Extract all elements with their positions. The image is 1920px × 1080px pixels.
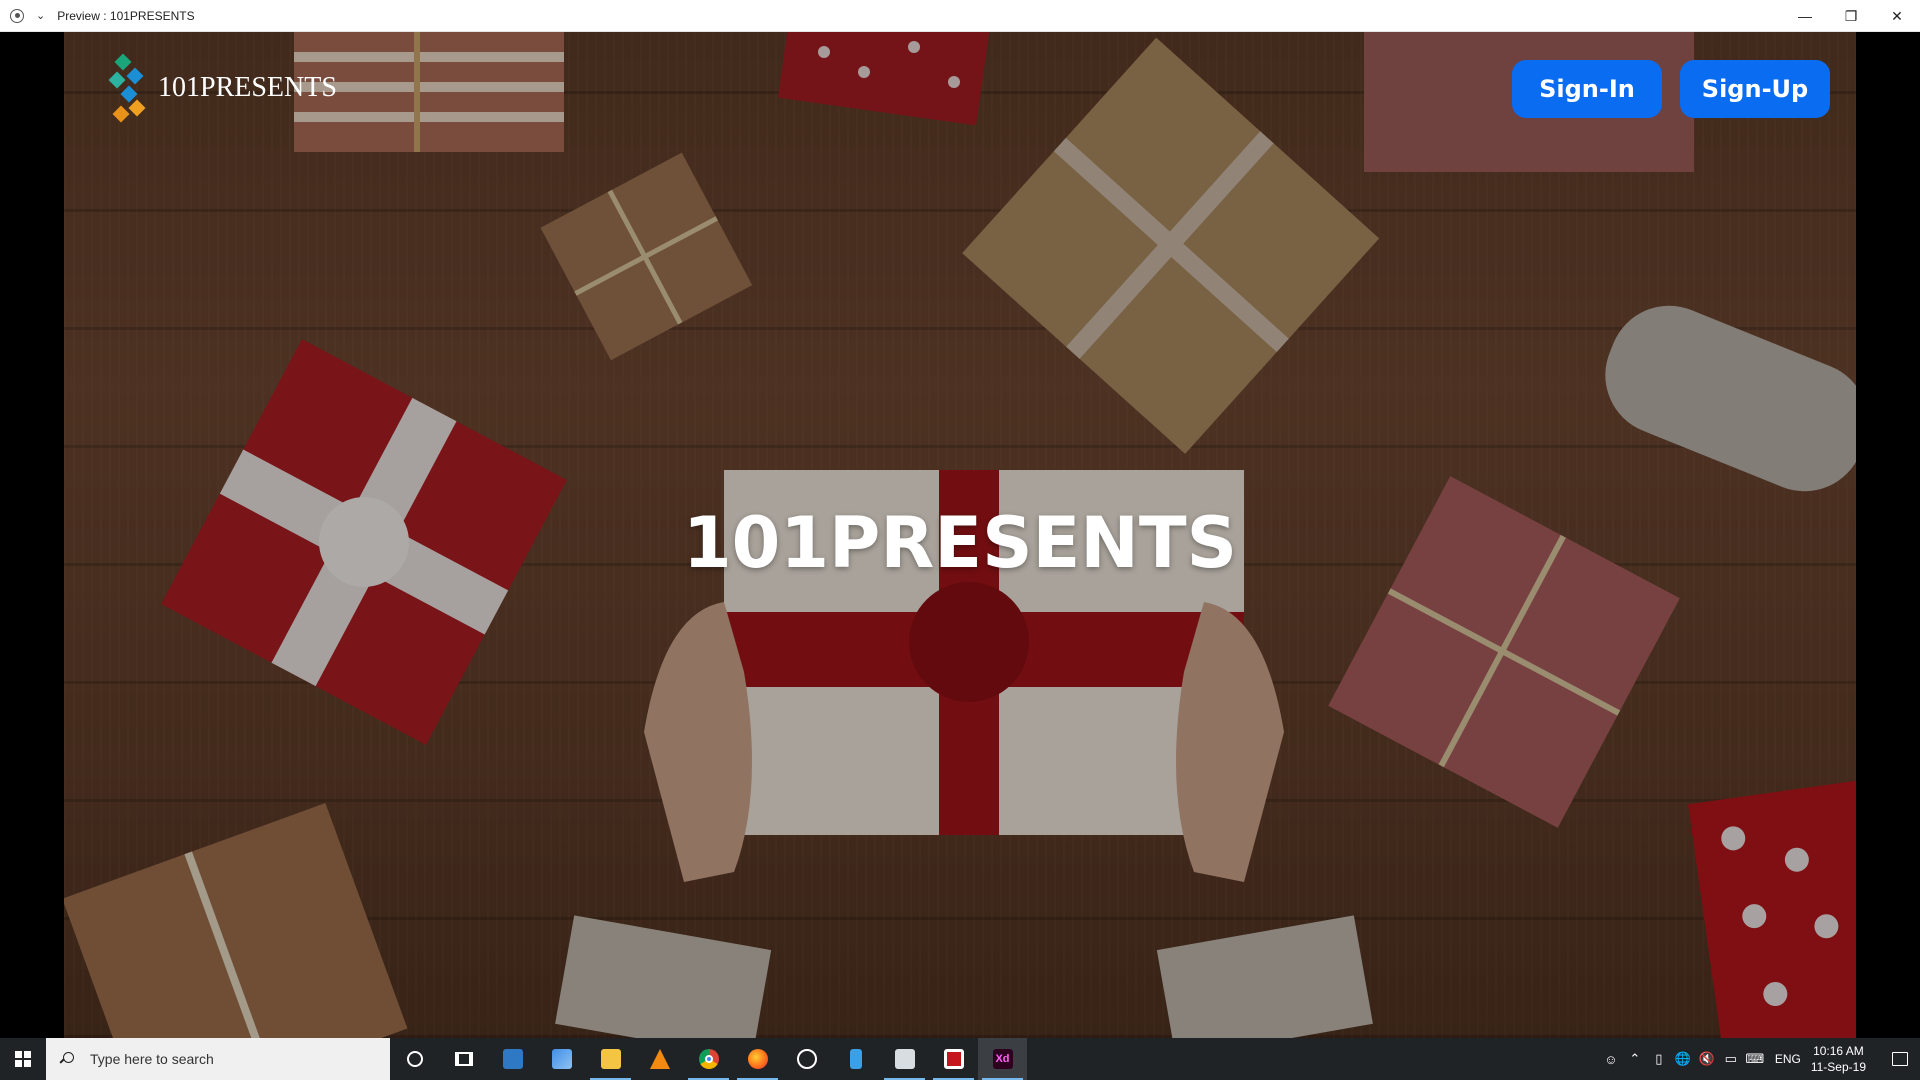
search-icon xyxy=(60,1052,74,1066)
sign-in-button[interactable]: Sign-In xyxy=(1512,60,1662,118)
volume-muted-icon[interactable]: 🔇 xyxy=(1695,1038,1719,1080)
preview-app-icon xyxy=(10,8,24,23)
polka-gift-top xyxy=(778,32,990,126)
taskbar-search-box[interactable]: Type here to search xyxy=(46,1038,390,1080)
paper-roll xyxy=(1605,305,1856,492)
small-kraft-gift xyxy=(540,152,753,361)
hero-title: 101PRESENTS xyxy=(682,502,1238,584)
clock[interactable]: 10:16 AM 11-Sep-19 xyxy=(1811,1043,1866,1075)
firefox-icon[interactable] xyxy=(733,1038,782,1080)
chrome-icon[interactable] xyxy=(684,1038,733,1080)
taskbar-apps: Xd xyxy=(390,1038,1027,1080)
restore-button[interactable]: ❐ xyxy=(1828,0,1874,32)
brand-logo[interactable]: 101PRESENTS xyxy=(104,52,337,124)
search-placeholder: Type here to search xyxy=(90,1051,214,1067)
task-view-icon[interactable] xyxy=(439,1038,488,1080)
chevron-up-icon[interactable]: ⌃ xyxy=(1623,1038,1647,1080)
outlook-icon[interactable] xyxy=(488,1038,537,1080)
notepad-icon[interactable] xyxy=(831,1038,880,1080)
preview-stage: 101PRESENTS Sign-In Sign-Up 101PRESENTS xyxy=(0,32,1920,1038)
kraft-gift-bottom-left xyxy=(64,802,408,1038)
close-button[interactable]: ✕ xyxy=(1874,0,1920,32)
clock-date: 11-Sep-19 xyxy=(1810,1060,1866,1074)
hero-background: 101PRESENTS Sign-In Sign-Up 101PRESENTS xyxy=(64,32,1856,1038)
remote-desktop-icon[interactable] xyxy=(880,1038,929,1080)
people-icon[interactable]: ☺ xyxy=(1599,1038,1623,1080)
weather-icon[interactable] xyxy=(537,1038,586,1080)
chevron-down-icon[interactable]: ⌄ xyxy=(36,9,45,22)
battery-icon[interactable]: ▭ xyxy=(1719,1038,1743,1080)
windows-logo-icon xyxy=(15,1051,31,1067)
auth-buttons: Sign-In Sign-Up xyxy=(1512,60,1830,118)
sign-up-button[interactable]: Sign-Up xyxy=(1680,60,1830,118)
windows-taskbar: Type here to search Xd ☺ ⌃ ▯ 🌐 🔇 ▭ ⌨ ENG… xyxy=(0,1038,1920,1080)
notification-icon[interactable] xyxy=(1880,1038,1920,1080)
polka-gift-bottom-right xyxy=(1688,779,1856,1038)
keyboard-icon[interactable]: ⌨ xyxy=(1743,1038,1767,1080)
window-title-bar: ⌄ Preview : 101PRESENTS — ❐ ✕ xyxy=(0,0,1920,32)
kraft-gift-top-right xyxy=(962,37,1380,454)
clock-time: 10:16 AM xyxy=(1813,1044,1864,1058)
tablet-icon[interactable]: ▯ xyxy=(1647,1038,1671,1080)
start-button[interactable] xyxy=(0,1038,46,1080)
network-icon[interactable]: 🌐 xyxy=(1671,1038,1695,1080)
cortana-icon[interactable] xyxy=(390,1038,439,1080)
system-tray: ☺ ⌃ ▯ 🌐 🔇 ▭ ⌨ ENG 10:16 AM 11-Sep-19 xyxy=(1599,1038,1920,1080)
photos-icon[interactable] xyxy=(782,1038,831,1080)
vlc-icon[interactable] xyxy=(635,1038,684,1080)
logo-mark-icon xyxy=(108,53,146,123)
file-explorer-icon[interactable] xyxy=(586,1038,635,1080)
language-indicator[interactable]: ENG xyxy=(1775,1052,1801,1066)
app-icon[interactable] xyxy=(929,1038,978,1080)
minimize-button[interactable]: — xyxy=(1782,0,1828,32)
window-title: Preview : 101PRESENTS xyxy=(57,8,195,23)
adobe-xd-icon[interactable]: Xd xyxy=(978,1038,1027,1080)
logo-text: 101PRESENTS xyxy=(158,72,337,103)
